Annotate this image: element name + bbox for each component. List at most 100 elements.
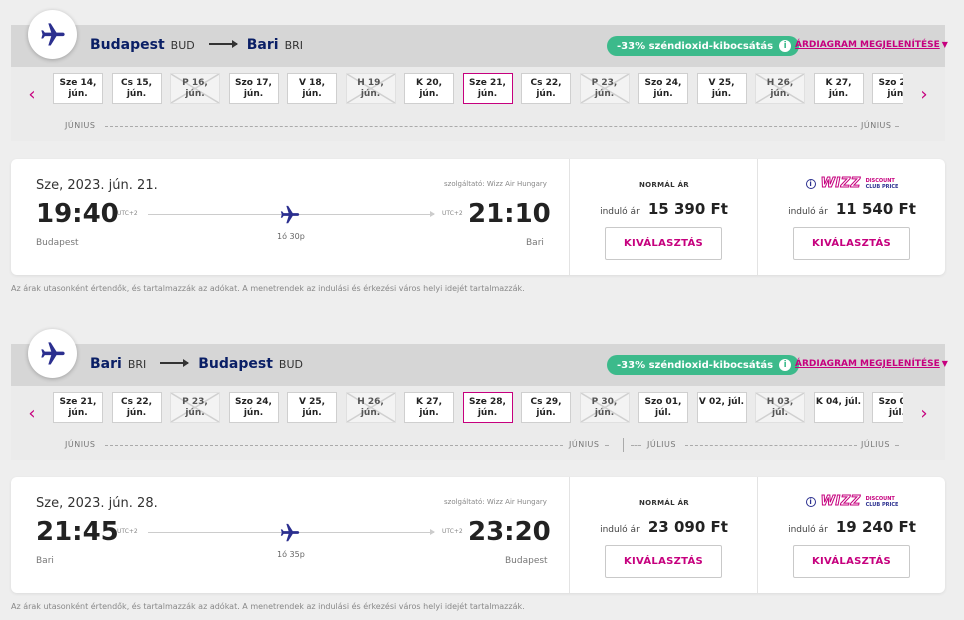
- date-option: P 23, jún.: [579, 73, 630, 104]
- price-footnote: Az árak utasonként értendők, és tartalma…: [11, 284, 525, 293]
- wizz-logo: WIZZ: [820, 494, 861, 510]
- date-option[interactable]: Szo 24, jún.: [228, 392, 279, 423]
- date-option[interactable]: K 04, júl.: [813, 392, 864, 423]
- date-option: H 26, jún.: [755, 73, 805, 104]
- select-wdc-fare-button[interactable]: KIVÁLASZTÁS: [793, 545, 910, 578]
- date-option: H 19, jún.: [345, 73, 396, 104]
- price-footnote: Az árak utasonként értendők, és tartalma…: [11, 602, 525, 611]
- operator-label: szolgáltató: Wizz Air Hungary: [444, 498, 547, 506]
- date-option[interactable]: Szo 28,jún.: [872, 73, 903, 104]
- info-icon[interactable]: i: [805, 178, 816, 189]
- date-selector: ‹ Sze 21, jún. Cs 22, jún. P 23, jún. Szo 24, j…: [11, 386, 945, 460]
- departure-utc: UTC+2: [117, 210, 138, 217]
- show-price-chart-link[interactable]: ÁRDIAGRAM MEGJELENÍTÉSE ▼: [795, 40, 948, 50]
- date-option[interactable]: Cs 15, jún.: [111, 73, 162, 104]
- chevron-left-icon[interactable]: ‹: [22, 82, 42, 106]
- co2-badge[interactable]: -33% széndioxid-kibocsátás i: [607, 36, 800, 56]
- date-month: jún.: [770, 89, 790, 99]
- arrival-utc: UTC+2: [442, 210, 463, 217]
- date-option[interactable]: Sze 14, jún.: [53, 73, 103, 104]
- select-wdc-fare-button[interactable]: KIVÁLASZTÁS: [793, 227, 910, 260]
- date-month: jún.: [653, 89, 673, 99]
- date-label: Cs 29,: [530, 397, 562, 407]
- date-option[interactable]: Sze 28, jún.: [462, 392, 513, 423]
- date-month: júl.: [889, 408, 903, 418]
- date-label: Szo 01,: [644, 397, 682, 407]
- operator-label: szolgáltató: Wizz Air Hungary: [444, 180, 547, 188]
- date-option[interactable]: V 25, jún.: [696, 73, 747, 104]
- date-option[interactable]: Cs 29, jún.: [521, 392, 571, 423]
- date-option[interactable]: V 25, jún.: [287, 392, 337, 423]
- date-month: jún.: [419, 89, 439, 99]
- date-label: Szo 24,: [235, 397, 272, 407]
- chevron-right-icon[interactable]: ›: [914, 82, 934, 106]
- select-normal-fare-button[interactable]: KIVÁLASZTÁS: [605, 545, 722, 578]
- origin-code: BUD: [170, 39, 195, 52]
- show-price-chart-link[interactable]: ÁRDIAGRAM MEGJELENÍTÉSE ▼: [795, 359, 948, 369]
- date-label: V 25,: [708, 78, 735, 88]
- month-label-mid-left: JÚNIUS: [569, 440, 600, 449]
- airplane-icon: [28, 10, 77, 59]
- discount-club-price-logo: DISCOUNT CLUB PRICE: [865, 177, 899, 190]
- date-month: jún.: [477, 408, 498, 418]
- normal-price-row: induló ár 15 390 Ft: [570, 199, 758, 218]
- flight-duration: 1ó 30p: [277, 232, 305, 241]
- date-label: K 27,: [825, 78, 852, 88]
- select-normal-fare-button[interactable]: KIVÁLASZTÁS: [605, 227, 722, 260]
- date-option[interactable]: Cs 22, jún.: [521, 73, 571, 104]
- flight-duration: 1ó 35p: [277, 550, 305, 559]
- date-option[interactable]: Szo 01, júl.: [638, 392, 688, 423]
- date-option[interactable]: Sze 21, jún.: [53, 392, 103, 423]
- date-label: K 04, júl.: [815, 397, 862, 407]
- route-title: Budapest BUD Bari BRI: [90, 37, 307, 55]
- date-month: júl.: [655, 408, 671, 418]
- date-month: jún.: [419, 408, 439, 418]
- date-label: H 26,: [357, 397, 384, 407]
- co2-badge[interactable]: -33% széndioxid-kibocsátás i: [607, 355, 800, 375]
- date-month: jún.: [243, 89, 264, 99]
- info-icon[interactable]: i: [779, 359, 792, 371]
- destination-city: Bari: [246, 37, 279, 53]
- departure-time: 21:45: [36, 517, 119, 547]
- route-arrow-icon: [208, 40, 238, 48]
- date-month: jún.: [243, 408, 264, 418]
- arrival-time: 21:10: [468, 199, 551, 229]
- airplane-icon: [279, 204, 301, 230]
- date-option[interactable]: Szo 24, jún.: [638, 73, 688, 104]
- normal-price: 23 090 Ft: [647, 518, 728, 536]
- date-option[interactable]: Sze 21, jún.: [462, 73, 513, 104]
- date-month: jún.: [477, 89, 498, 99]
- date-month: jún.: [68, 89, 88, 99]
- date-option[interactable]: K 27, jún.: [813, 73, 864, 104]
- airplane-icon: [28, 329, 77, 378]
- info-icon[interactable]: i: [805, 496, 816, 507]
- chevron-right-icon[interactable]: ›: [914, 401, 934, 425]
- date-option[interactable]: Cs 22, jún.: [111, 392, 162, 423]
- wizz-logo: WIZZ: [820, 176, 861, 192]
- date-option[interactable]: Szo 17, jún.: [228, 73, 279, 104]
- date-label: V 25,: [298, 397, 326, 407]
- date-label: Sze 28,: [469, 397, 506, 407]
- date-option[interactable]: K 27, jún.: [404, 392, 454, 423]
- date-option: P 30, jún.: [579, 392, 630, 423]
- origin-city: Bari: [90, 356, 122, 372]
- date-label: Sze 21,: [469, 78, 506, 88]
- date-month: júl.: [772, 408, 788, 418]
- date-label: Cs 22,: [120, 397, 153, 407]
- info-icon[interactable]: i: [779, 40, 792, 52]
- date-option[interactable]: V 02, júl.: [696, 392, 747, 423]
- date-month: jún.: [594, 408, 615, 418]
- date-option[interactable]: Szo 05,júl.: [872, 392, 903, 423]
- arrival-time: 23:20: [468, 517, 551, 547]
- flight-card-inbound: Sze, 2023. jún. 28. szolgáltató: Wizz Ai…: [11, 477, 945, 593]
- date-option[interactable]: V 18, jún.: [287, 73, 337, 104]
- date-label: Szo 17,: [235, 78, 272, 88]
- route-header: Budapest BUD Bari BRI -33% széndioxid-ki…: [11, 10, 948, 67]
- flight-date: Sze, 2023. jún. 28.: [36, 496, 158, 511]
- month-indicator: JÚNIUS JÚNIUS: [53, 120, 903, 132]
- date-option[interactable]: K 20, jún.: [404, 73, 454, 104]
- route-arrow-icon: [160, 359, 190, 367]
- month-indicator: JÚNIUS JÚNIUS JÚLIUS JÚLIUS: [53, 438, 903, 452]
- date-label: H 03,: [766, 397, 794, 407]
- chevron-left-icon[interactable]: ‹: [22, 401, 42, 425]
